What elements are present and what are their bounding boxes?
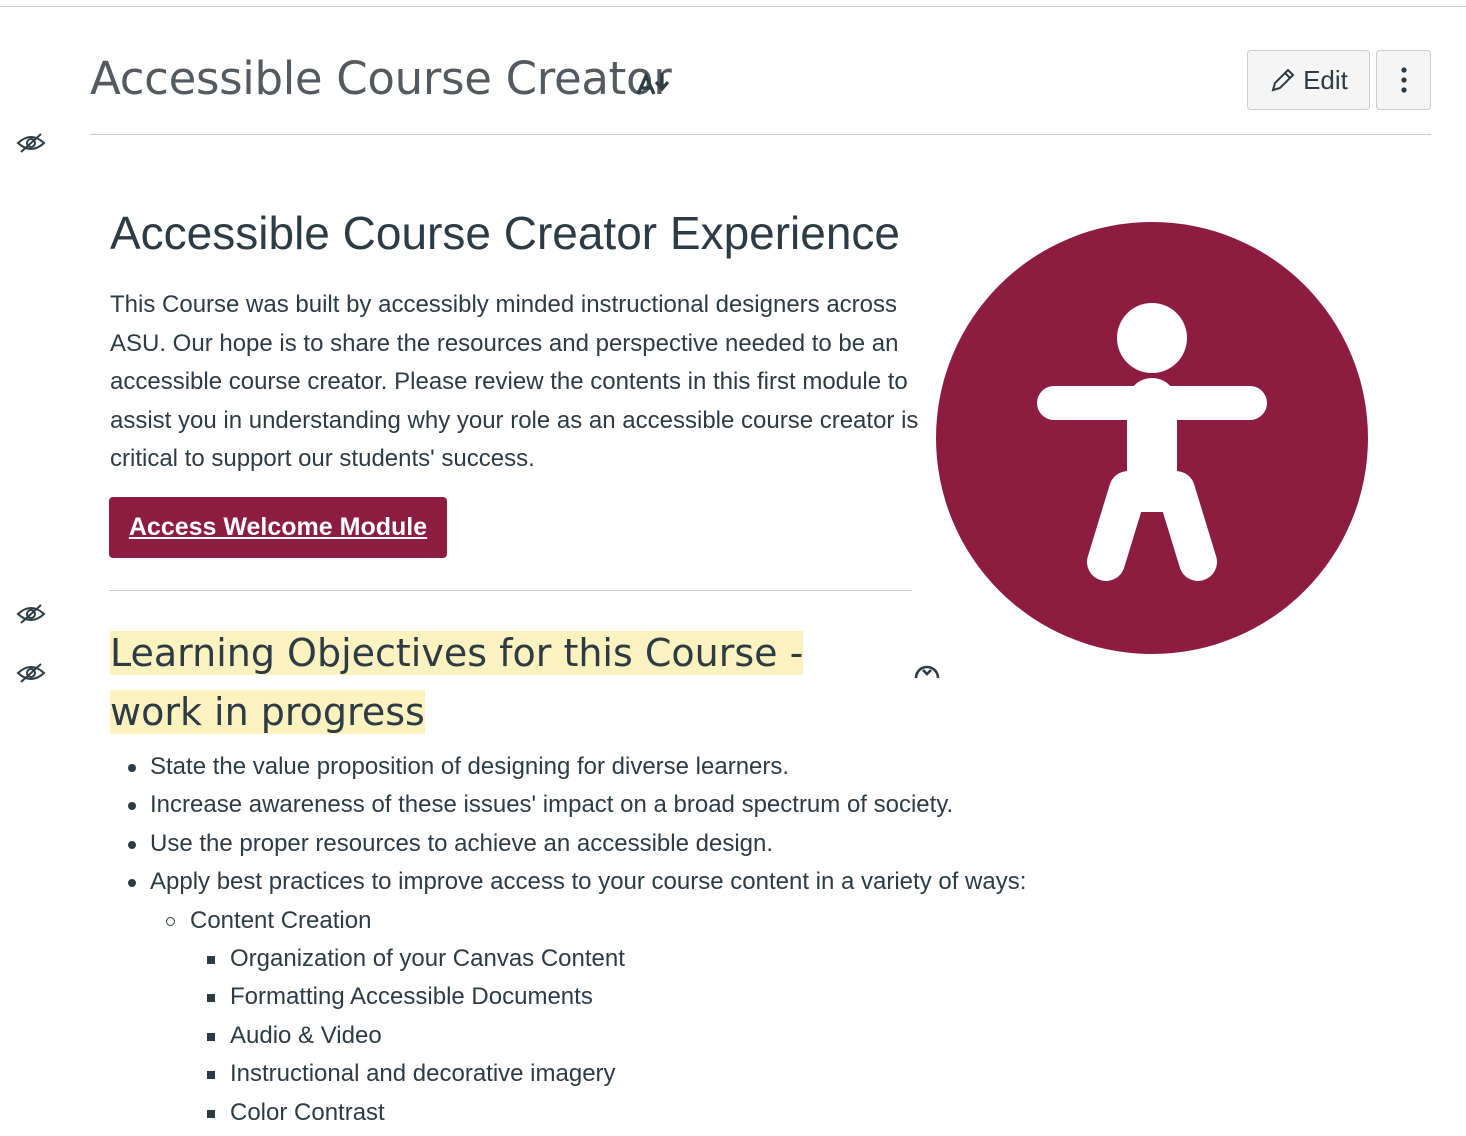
refresh-icon[interactable]: [913, 660, 941, 682]
list-item: Use the proper resources to achieve an a…: [110, 825, 1310, 863]
list-item: Increase awareness of these issues' impa…: [110, 786, 1310, 824]
eye-hidden-icon[interactable]: [16, 132, 46, 154]
sub-sub-list-item: Formatting Accessible Documents: [110, 978, 1310, 1016]
accessibility-figure-icon: [936, 222, 1368, 654]
eye-hidden-icon[interactable]: [16, 662, 46, 684]
objectives-heading-text: Learning Objectives for this Course - wo…: [110, 631, 804, 734]
eye-hidden-icon[interactable]: [16, 603, 46, 625]
header-divider: [90, 134, 1431, 135]
list-item: State the value proposition of designing…: [110, 748, 1310, 786]
access-welcome-module-button[interactable]: Access Welcome Module: [109, 497, 447, 558]
translate-icon[interactable]: [636, 70, 674, 98]
sub-sub-list-item: Instructional and decorative imagery: [110, 1055, 1310, 1093]
section-divider: [109, 590, 912, 591]
content-heading: Accessible Course Creator Experience: [110, 207, 901, 259]
sub-sub-list-item: Audio & Video: [110, 1017, 1310, 1055]
page-title: Accessible Course Creator: [90, 52, 672, 105]
edit-button-label: Edit: [1303, 64, 1348, 95]
sub-sub-list-item: Color Contrast: [110, 1094, 1310, 1132]
sub-list-item: Content Creation: [110, 902, 1310, 940]
intro-paragraph: This Course was built by accessibly mind…: [110, 291, 919, 472]
edit-button[interactable]: Edit: [1247, 50, 1370, 110]
pencil-icon: [1271, 68, 1295, 92]
sub-sub-list-item: Organization of your Canvas Content: [110, 940, 1310, 978]
kebab-menu-icon: [1400, 67, 1407, 93]
objectives-heading: Learning Objectives for this Course - wo…: [110, 624, 890, 742]
objectives-list: State the value proposition of designing…: [110, 748, 1310, 1132]
list-item: Apply best practices to improve access t…: [110, 863, 1310, 901]
top-divider: [0, 6, 1466, 7]
more-options-button[interactable]: [1376, 50, 1431, 110]
